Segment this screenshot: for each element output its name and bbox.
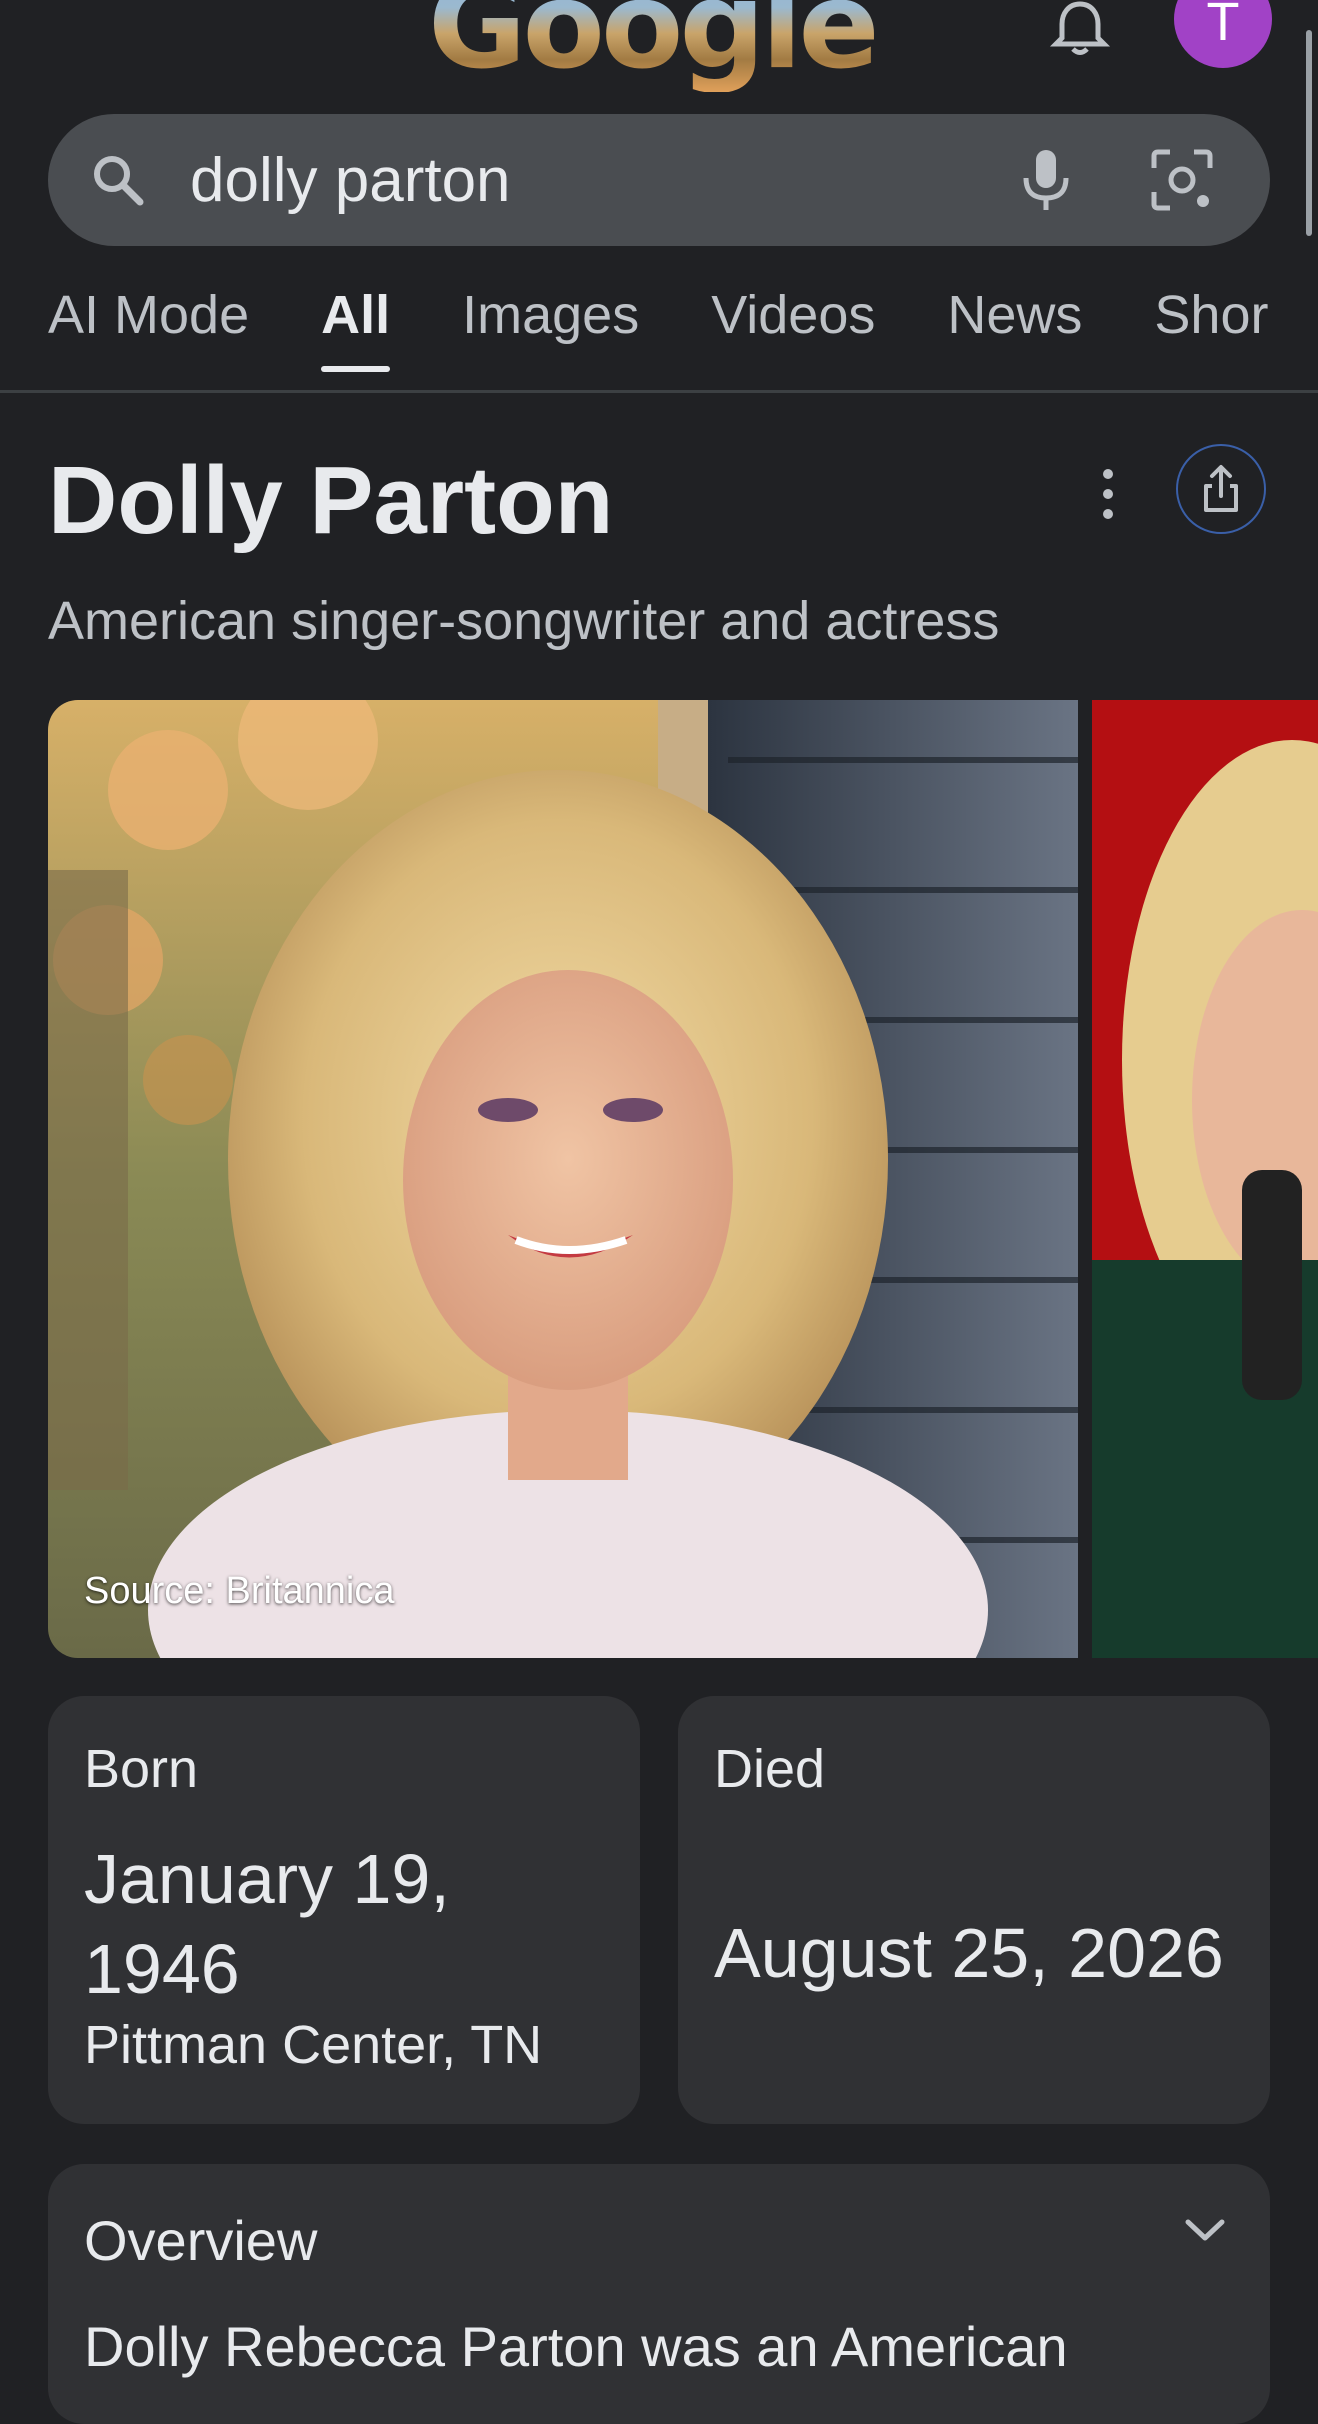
bell-icon[interactable] bbox=[1048, 0, 1112, 56]
search-icon[interactable] bbox=[90, 152, 146, 208]
born-card[interactable]: Born January 19, 1946 Pittman Center, TN bbox=[48, 1696, 640, 2124]
google-logo[interactable]: Google bbox=[428, 0, 898, 92]
scrollbar[interactable] bbox=[1306, 30, 1312, 236]
more-vert-icon[interactable] bbox=[1090, 466, 1126, 522]
tab-videos[interactable]: Videos bbox=[711, 284, 875, 346]
chevron-down-icon[interactable] bbox=[1180, 2212, 1230, 2248]
overview-text: Dolly Rebecca Parton was an American bbox=[84, 2315, 1068, 2378]
tab-all[interactable]: All bbox=[321, 284, 391, 372]
portrait-image bbox=[48, 700, 1078, 1658]
camera-lens-icon[interactable] bbox=[1148, 146, 1216, 214]
entity-image-second[interactable] bbox=[1092, 700, 1318, 1658]
overview-section[interactable]: Overview Dolly Rebecca Parton was an Ame… bbox=[48, 2164, 1270, 2424]
died-date: August 25, 2026 bbox=[714, 1914, 1224, 1992]
mic-icon[interactable] bbox=[1012, 146, 1080, 214]
avatar[interactable]: T bbox=[1174, 0, 1272, 68]
search-tabs: AI Mode All Images Videos News Shor bbox=[48, 284, 1318, 372]
share-icon bbox=[1204, 465, 1238, 512]
entity-title: Dolly Parton bbox=[48, 447, 614, 554]
born-place: Pittman Center, TN bbox=[84, 2015, 543, 2075]
entity-image-main[interactable] bbox=[48, 700, 1078, 1658]
died-card[interactable]: Died August 25, 2026 bbox=[678, 1696, 1270, 2124]
portrait-image-2 bbox=[1092, 700, 1318, 1658]
image-source-label: Source: Britannica bbox=[84, 1570, 395, 1612]
share-button[interactable] bbox=[1176, 444, 1266, 534]
tabs-divider bbox=[0, 390, 1318, 393]
died-label: Died bbox=[714, 1739, 826, 1799]
tab-images[interactable]: Images bbox=[462, 284, 639, 346]
overview-title: Overview bbox=[84, 2209, 318, 2272]
born-date: January 19, 1946 bbox=[84, 1840, 450, 2008]
search-input[interactable] bbox=[190, 138, 990, 222]
tab-shopping[interactable]: Shor bbox=[1154, 284, 1268, 346]
search-box[interactable] bbox=[48, 114, 1270, 246]
tab-ai-mode[interactable]: AI Mode bbox=[48, 284, 249, 346]
tab-news[interactable]: News bbox=[947, 284, 1082, 346]
born-label: Born bbox=[84, 1739, 199, 1799]
entity-subtitle: American singer-songwriter and actress bbox=[48, 591, 1000, 651]
